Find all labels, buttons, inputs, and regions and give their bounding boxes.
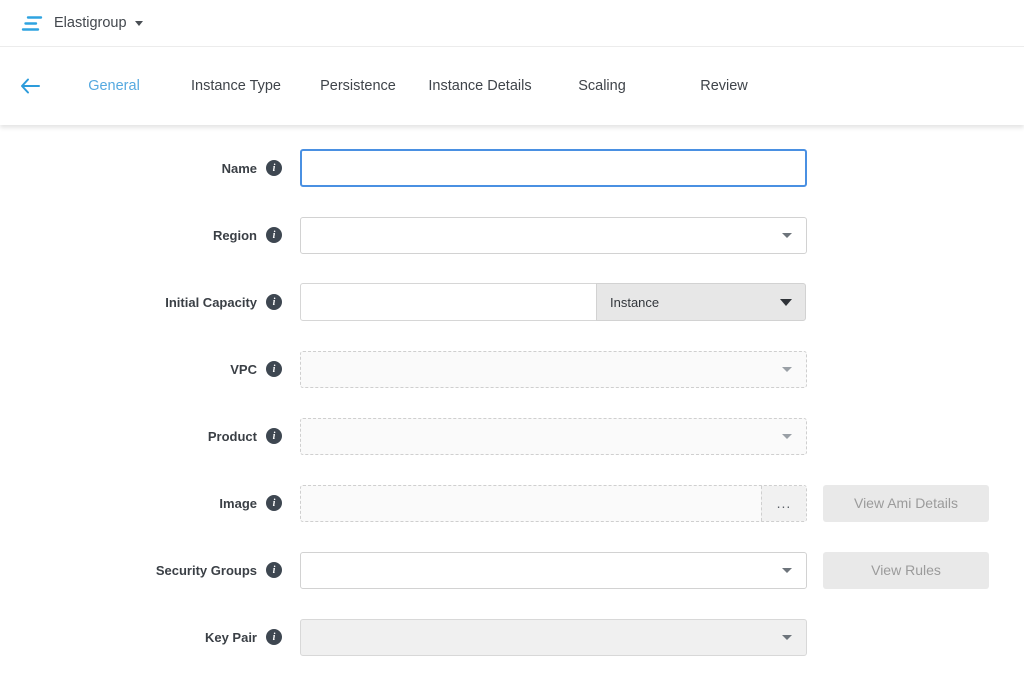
info-icon[interactable]: i — [266, 227, 282, 243]
info-icon[interactable]: i — [266, 294, 282, 310]
image-label: Image — [219, 496, 257, 511]
chevron-down-icon — [782, 568, 792, 573]
region-label: Region — [213, 228, 257, 243]
info-icon[interactable]: i — [266, 160, 282, 176]
back-arrow-icon[interactable] — [20, 78, 40, 94]
initial-capacity-input[interactable] — [300, 283, 597, 321]
info-icon[interactable]: i — [266, 428, 282, 444]
wizard-tabbar: General Instance Type Persistence Instan… — [0, 47, 1024, 125]
chevron-down-icon — [782, 635, 792, 640]
form-row-image: Image i ... View Ami Details — [0, 484, 1024, 522]
form-row-vpc: VPC i — [0, 350, 1024, 388]
name-label: Name — [222, 161, 257, 176]
form-row-initial-capacity: Initial Capacity i Instance — [0, 283, 1024, 321]
tab-persistence[interactable]: Persistence — [297, 78, 419, 94]
chevron-down-icon — [782, 434, 792, 439]
key-pair-label: Key Pair — [205, 630, 257, 645]
info-icon[interactable]: i — [266, 361, 282, 377]
app-header: Elastigroup — [0, 0, 1024, 47]
form-row-security-groups: Security Groups i View Rules — [0, 551, 1024, 589]
security-groups-label: Security Groups — [156, 563, 257, 578]
capacity-unit-value: Instance — [610, 295, 659, 310]
product-label: Product — [208, 429, 257, 444]
image-input-group: ... — [300, 485, 807, 522]
info-icon[interactable]: i — [266, 629, 282, 645]
form-row-region: Region i — [0, 216, 1024, 254]
brand-switcher[interactable]: Elastigroup — [21, 15, 143, 32]
chevron-down-icon — [135, 21, 143, 26]
vpc-select — [300, 351, 807, 388]
product-select — [300, 418, 807, 455]
tab-instance-type[interactable]: Instance Type — [175, 78, 297, 94]
info-icon[interactable]: i — [266, 495, 282, 511]
vpc-label: VPC — [230, 362, 257, 377]
view-rules-button[interactable]: View Rules — [823, 552, 989, 589]
tab-general[interactable]: General — [53, 78, 175, 94]
key-pair-select[interactable] — [300, 619, 807, 656]
security-groups-select[interactable] — [300, 552, 807, 589]
form-row-name: Name i — [0, 149, 1024, 187]
image-input — [301, 486, 761, 521]
elastigroup-logo-icon — [21, 15, 45, 32]
chevron-down-icon — [782, 233, 792, 238]
initial-capacity-label: Initial Capacity — [165, 295, 257, 310]
name-input[interactable] — [300, 149, 807, 187]
region-select[interactable] — [300, 217, 807, 254]
form-row-key-pair: Key Pair i — [0, 618, 1024, 656]
tab-instance-details[interactable]: Instance Details — [419, 78, 541, 94]
general-form: Name i Region i Initial Capacity i Inst — [0, 125, 1024, 656]
capacity-unit-select[interactable]: Instance — [596, 283, 806, 321]
form-row-product: Product i — [0, 417, 1024, 455]
browse-image-button[interactable]: ... — [761, 486, 806, 521]
tab-review[interactable]: Review — [663, 78, 785, 94]
info-icon[interactable]: i — [266, 562, 282, 578]
view-ami-details-button[interactable]: View Ami Details — [823, 485, 989, 522]
brand-label: Elastigroup — [54, 15, 127, 31]
wizard-tabs: General Instance Type Persistence Instan… — [53, 78, 785, 94]
chevron-down-icon — [780, 299, 792, 306]
chevron-down-icon — [782, 367, 792, 372]
tab-scaling[interactable]: Scaling — [541, 78, 663, 94]
